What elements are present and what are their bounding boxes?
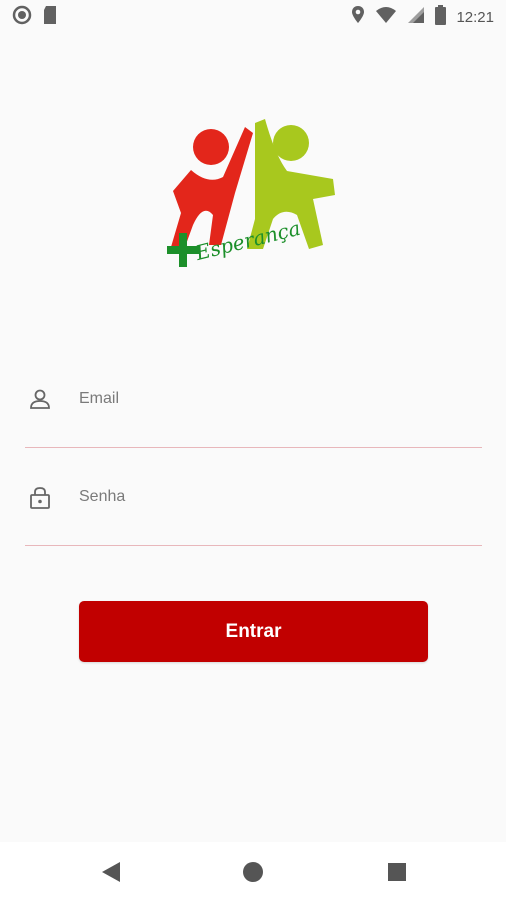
- status-bar: 12:21: [0, 0, 506, 34]
- status-right: 12:21: [351, 4, 494, 30]
- wifi-icon: [375, 6, 397, 29]
- signal-icon: [407, 6, 425, 29]
- email-input[interactable]: [79, 386, 459, 412]
- logo-figures: [167, 119, 335, 267]
- back-icon[interactable]: [100, 861, 122, 883]
- login-button[interactable]: Entrar: [79, 601, 428, 662]
- home-icon[interactable]: [242, 861, 264, 883]
- lock-icon: [29, 486, 51, 509]
- recents-icon[interactable]: [386, 861, 408, 883]
- email-field[interactable]: [25, 386, 482, 448]
- status-left: [12, 5, 58, 30]
- password-field[interactable]: [25, 484, 482, 546]
- sd-card-icon: [42, 5, 58, 30]
- location-icon: [351, 5, 365, 30]
- app-logo: Esperança: [163, 115, 343, 285]
- circle-notification-icon: [12, 5, 32, 30]
- status-time: 12:21: [456, 8, 494, 26]
- battery-icon: [435, 4, 447, 30]
- password-input[interactable]: [79, 484, 459, 510]
- person-icon: [29, 388, 51, 410]
- navigation-bar: [0, 842, 506, 900]
